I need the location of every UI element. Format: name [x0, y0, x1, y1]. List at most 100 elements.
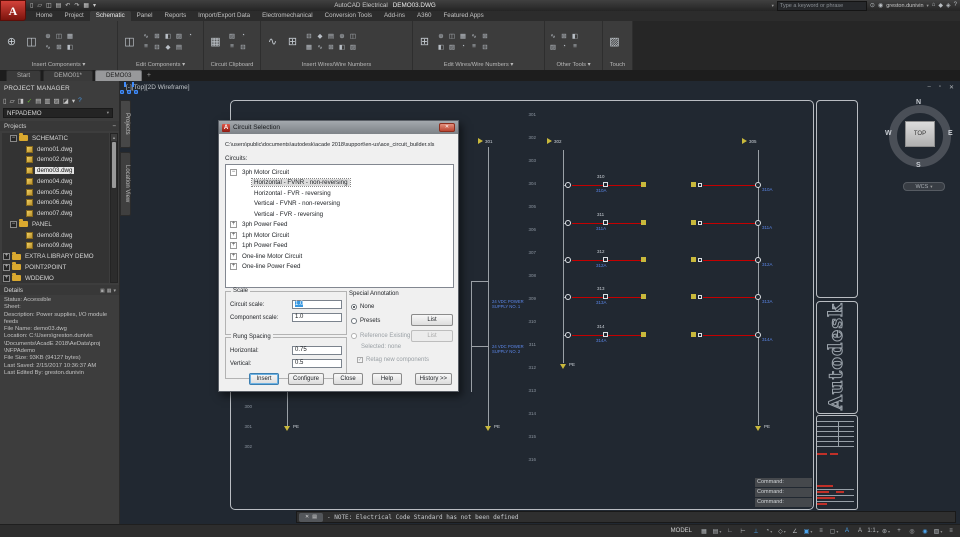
- side-tab-projects[interactable]: Projects: [120, 100, 131, 148]
- tree-item-demo03-dwg[interactable]: demo03.dwg: [2, 165, 109, 176]
- model-space-button[interactable]: MODEL: [666, 528, 697, 534]
- annotation-visibility-icon[interactable]: A: [841, 526, 853, 537]
- ribbon-tab-electromechanical[interactable]: Electromechanical: [256, 11, 319, 21]
- signin-username[interactable]: greston.dunivin: [886, 3, 923, 9]
- ribbon-tool-icon[interactable]: ⊞: [54, 42, 64, 52]
- help-button[interactable]: Help: [372, 373, 403, 385]
- ribbon-tool-icon[interactable]: ≡: [227, 42, 237, 52]
- archive-icon[interactable]: ◪: [63, 97, 69, 105]
- tree-item-demo08-dwg[interactable]: demo08.dwg: [2, 230, 109, 241]
- customize-icon[interactable]: ▤: [312, 514, 317, 520]
- presets-list-button[interactable]: List: [411, 314, 453, 326]
- vertical-input[interactable]: 0.5: [292, 359, 342, 368]
- qnew-icon[interactable]: ▯: [30, 2, 33, 9]
- command-input[interactable]: - NOTE: Electrical Code Standard has not…: [327, 514, 518, 521]
- circuit-tree-item[interactable]: +1ph Motor Circuit: [226, 230, 453, 241]
- circuit-scale-input[interactable]: 1.0: [292, 300, 342, 309]
- search-icon[interactable]: ⊙: [870, 2, 875, 9]
- side-tab-location-view[interactable]: Location View: [120, 152, 131, 216]
- ribbon-tab-panel[interactable]: Panel: [131, 11, 159, 21]
- redo-icon[interactable]: ↷: [74, 2, 79, 9]
- ribbon-tool-icon[interactable]: ⊟: [304, 31, 314, 41]
- ribbon-tab-reports[interactable]: Reports: [159, 11, 193, 21]
- expand-icon[interactable]: +: [230, 221, 237, 229]
- ribbon-tool-icon[interactable]: ◧: [163, 31, 173, 41]
- clean-screen-icon[interactable]: ▧ ▾: [932, 526, 944, 537]
- ribbon-panel-label[interactable]: Edit Components ▾: [118, 61, 203, 70]
- ribbon-tool-icon[interactable]: ▨: [227, 31, 237, 41]
- a360-icon[interactable]: ⌂: [932, 2, 936, 9]
- ribbon-tool-icon[interactable]: ∿: [43, 42, 53, 52]
- ribbon-tab-import-export-data[interactable]: Import/Export Data: [192, 11, 256, 21]
- ribbon-tool-icon[interactable]: ⊕: [43, 31, 53, 41]
- close-icon[interactable]: ✕: [949, 84, 954, 91]
- ribbon-tool-icon[interactable]: ◫: [23, 28, 40, 54]
- tree-item-demo07-dwg[interactable]: demo07.dwg: [2, 208, 109, 219]
- scrollbar-thumb[interactable]: [112, 142, 116, 188]
- ribbon-tab-project[interactable]: Project: [59, 11, 90, 21]
- project-select[interactable]: NFPADEMO ▾: [3, 108, 113, 118]
- toolbar-caret-icon[interactable]: ▾: [72, 97, 75, 105]
- tree-item-demo02-dwg[interactable]: demo02.dwg: [2, 155, 109, 166]
- ribbon-tool-icon[interactable]: ▦: [458, 31, 468, 41]
- file-tab-demo03[interactable]: DEMO03: [94, 70, 143, 81]
- ribbon-tool-icon[interactable]: ◆: [315, 31, 325, 41]
- command-bar[interactable]: ✕ ▤ - NOTE: Electrical Code Standard has…: [296, 511, 956, 523]
- collapse-icon[interactable]: −: [230, 168, 237, 176]
- annotation-none-option[interactable]: None: [351, 304, 374, 310]
- workspace-icon[interactable]: ⊛ ▾: [880, 526, 892, 537]
- expand-icon[interactable]: +: [230, 242, 237, 250]
- ribbon-tool-icon[interactable]: ∿: [315, 42, 325, 52]
- ribbon-tool-icon[interactable]: ⊞: [480, 31, 490, 41]
- circuit-tree-item[interactable]: +3ph Power Feed: [226, 220, 453, 231]
- circuits-tree[interactable]: −3ph Motor Circuit Horizontal - FVNR - no…: [225, 164, 454, 288]
- pm-help-icon[interactable]: ?: [78, 97, 82, 104]
- preview-view-icon[interactable]: ▦: [107, 288, 112, 294]
- ribbon-panel-label[interactable]: Insert Components ▾: [0, 61, 117, 70]
- tree-item-schematic[interactable]: − SCHEMATIC: [2, 133, 109, 144]
- ribbon-tool-icon[interactable]: ▦: [304, 42, 314, 52]
- expand-icon[interactable]: +: [3, 274, 10, 282]
- ribbon-tool-icon[interactable]: ⊕: [436, 31, 446, 41]
- circuit-tree-item[interactable]: + One-line Motor Circuit: [226, 251, 453, 262]
- ribbon-tool-icon[interactable]: ∿: [548, 31, 558, 41]
- collapse-section-icon[interactable]: −: [112, 123, 116, 130]
- ribbon-tool-icon[interactable]: ▨: [606, 28, 623, 54]
- expand-icon[interactable]: +: [230, 252, 237, 260]
- customization-icon[interactable]: ≡: [945, 526, 957, 537]
- expand-icon[interactable]: +: [3, 263, 10, 271]
- expand-icon[interactable]: +: [230, 231, 237, 239]
- polar-tracking-icon[interactable]: ◔ ▾: [763, 526, 775, 537]
- tree-item-demo04-dwg[interactable]: demo04.dwg: [2, 176, 109, 187]
- snap-icon[interactable]: ▤ ▾: [711, 526, 723, 537]
- ribbon-tool-icon[interactable]: ◆: [163, 42, 173, 52]
- dynamic-input-icon[interactable]: ⊢: [737, 526, 749, 537]
- collapse-icon[interactable]: −: [10, 134, 17, 142]
- circuit-tree-item[interactable]: + One-line Power Feed: [226, 262, 453, 273]
- dialog-titlebar[interactable]: A Circuit Selection ✕: [219, 121, 458, 134]
- close-icon[interactable]: ✕: [305, 514, 309, 520]
- ribbon-tab-conversion-tools[interactable]: Conversion Tools: [319, 11, 378, 21]
- refresh-icon[interactable]: ✓: [27, 97, 32, 105]
- horizontal-input[interactable]: 0.75: [292, 346, 342, 355]
- expand-icon[interactable]: +: [3, 253, 10, 261]
- project-details-icon[interactable]: ▤: [35, 97, 41, 105]
- undo-icon[interactable]: ↶: [65, 2, 70, 9]
- ribbon-tool-icon[interactable]: ◧: [337, 42, 347, 52]
- help-icon[interactable]: ?: [954, 2, 957, 9]
- ribbon-tool-icon[interactable]: ▨: [447, 42, 457, 52]
- quick-properties-icon[interactable]: ◎: [906, 526, 918, 537]
- tree-item-point2point[interactable]: + POINT2POINT: [2, 262, 109, 273]
- osnap-icon[interactable]: ▣ ▾: [802, 526, 814, 537]
- collapse-icon[interactable]: −: [10, 220, 17, 228]
- viewcube-east[interactable]: E: [948, 130, 953, 137]
- grid-icon[interactable]: ▦: [698, 526, 710, 537]
- scroll-up-icon[interactable]: ▲: [111, 134, 117, 141]
- osnap-tracking-icon[interactable]: ∠: [789, 526, 801, 537]
- stay-connected-icon[interactable]: ◈: [946, 2, 951, 9]
- expand-icon[interactable]: +: [230, 263, 237, 271]
- tree-item-extra-library-demo[interactable]: + EXTRA LIBRARY DEMO: [2, 251, 109, 262]
- circuit-tree-item[interactable]: −3ph Motor Circuit: [226, 167, 453, 178]
- viewcube-west[interactable]: W: [885, 130, 892, 137]
- infer-constraints-icon[interactable]: ∟: [724, 526, 736, 537]
